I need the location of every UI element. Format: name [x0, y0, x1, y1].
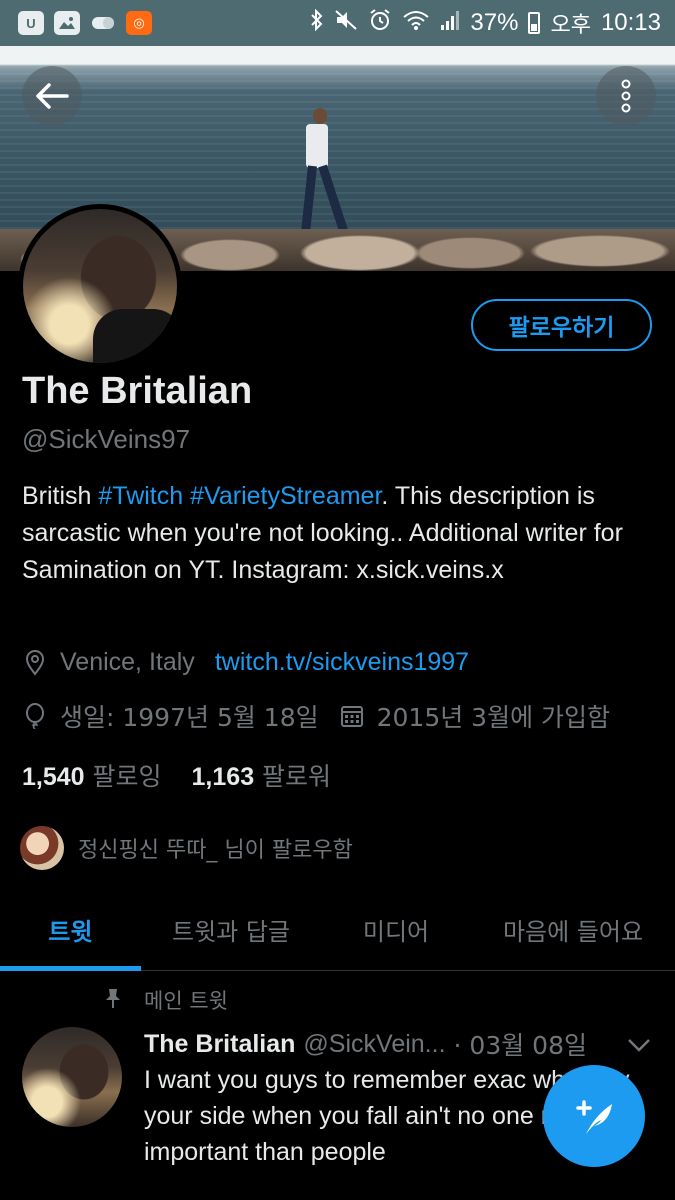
compose-tweet-button[interactable]	[543, 1065, 645, 1167]
tab-media[interactable]: 미디어	[321, 888, 471, 970]
status-bar-system: 37% 오후 10:13	[310, 7, 675, 39]
arrow-left-icon	[36, 83, 69, 109]
app-icon: U	[18, 11, 44, 35]
chevron-down-icon[interactable]	[624, 1030, 654, 1060]
follow-button[interactable]: 팔로우하기	[471, 299, 652, 351]
status-bar-notifications: U ◎	[0, 11, 152, 35]
mute-icon	[334, 9, 358, 37]
followers-link[interactable]: 1,163 팔로워	[192, 757, 332, 793]
profile-meta-dates: 생일: 1997년 5월 18일 2015년 3월에 가입함	[22, 698, 610, 734]
time-ampm: 오후	[550, 13, 591, 38]
followers-label: 팔로워	[262, 762, 332, 791]
bluetooth-icon	[310, 8, 324, 37]
follow-counts: 1,540 팔로잉 1,163 팔로워	[22, 757, 331, 793]
balloon-icon	[22, 703, 48, 729]
wifi-icon	[402, 9, 430, 37]
clock: 10:13	[600, 9, 661, 36]
joined-text: 2015년 3월에 가입함	[376, 703, 611, 732]
hashtag-varietystreamer[interactable]: #VarietyStreamer	[190, 482, 381, 510]
more-vertical-icon	[621, 79, 631, 113]
following-count: 1,540	[22, 763, 85, 791]
tweet-author-name[interactable]: The Britalian	[144, 1030, 295, 1059]
profile-tabs: 트윗 트윗과 답글 미디어 마음에 들어요	[0, 888, 675, 971]
banner-person	[296, 108, 348, 248]
more-options-button[interactable]	[596, 66, 656, 126]
following-link[interactable]: 1,540 팔로잉	[22, 757, 162, 793]
signal-icon	[440, 9, 460, 37]
tab-tweets[interactable]: 트윗	[0, 888, 141, 971]
battery-percent: 37%	[470, 9, 519, 36]
orange-app-icon: ◎	[126, 11, 152, 35]
status-bar: U ◎ 37% 오후 10:13	[0, 0, 675, 46]
profile-name: The Britalian	[22, 370, 253, 412]
tab-tweets-and-replies[interactable]: 트윗과 답글	[141, 888, 321, 970]
followed-by[interactable]: 정신핑신 뚜따_ 님이 팔로우함	[20, 826, 353, 870]
followers-count: 1,163	[191, 763, 255, 791]
battery-icon	[528, 12, 541, 34]
tab-likes[interactable]: 마음에 들어요	[471, 888, 675, 970]
profile-handle: @SickVeins97	[22, 424, 191, 454]
tweet-header: The Britalian @SickVein... · 03월 08일	[144, 1026, 587, 1062]
follower-avatar	[20, 826, 64, 870]
profile-bio: British #Twitch #VarietyStreamer. This d…	[22, 478, 662, 589]
tweet-avatar[interactable]	[22, 1027, 122, 1127]
website-link[interactable]: twitch.tv/sickveins1997	[215, 648, 469, 677]
location-pin-icon	[22, 649, 48, 676]
profile-meta-location: Venice, Italy twitch.tv/sickveins1997	[22, 648, 469, 677]
birthday-text: 생일: 1997년 5월 18일	[60, 703, 319, 732]
followed-by-text: 정신핑신 뚜따_ 님이 팔로우함	[78, 838, 353, 863]
gallery-icon	[54, 11, 80, 35]
bio-text: British	[22, 482, 99, 510]
tweet-date: · 03월 08일	[453, 1031, 587, 1060]
profile-avatar[interactable]	[18, 204, 182, 368]
following-label: 팔로잉	[92, 762, 162, 791]
pin-icon	[102, 987, 124, 1014]
back-button[interactable]	[22, 66, 82, 126]
pinned-indicator: 메인 트윗	[102, 985, 228, 1015]
compose-feather-icon	[576, 1100, 612, 1134]
location-text: Venice, Italy	[60, 648, 195, 676]
pinned-label: 메인 트윗	[144, 989, 228, 1013]
hashtag-twitch[interactable]: #Twitch	[98, 482, 183, 510]
alarm-icon	[368, 8, 392, 38]
calendar-icon	[339, 703, 365, 729]
tweet-author-handle: @SickVein...	[303, 1029, 446, 1058]
pill-icon	[90, 11, 116, 35]
